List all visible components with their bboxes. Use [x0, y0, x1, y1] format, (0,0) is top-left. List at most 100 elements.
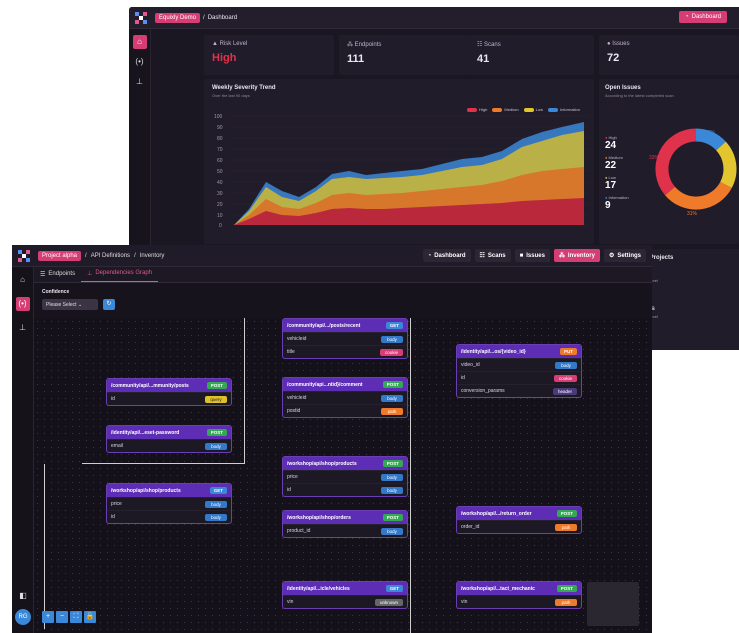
confidence-select[interactable]: Please Select ⌄	[42, 299, 98, 310]
issue-medium: ● Medium 22	[605, 155, 623, 171]
home-icon[interactable]: ⌂	[132, 35, 147, 49]
svg-text:0: 0	[219, 223, 222, 229]
dashboard-icon: ◔	[427, 252, 432, 259]
risk-level-card: ▲ Risk Level High	[204, 35, 334, 75]
open-issues-title: Open Issues	[605, 85, 641, 91]
graph-node[interactable]: /community/api/.../posts/recent GET vehic…	[282, 318, 408, 359]
scans-icon: ☷	[479, 253, 485, 259]
dashboard-topbar: Equixly Demo / Dashboard ◔ Dashboard	[129, 7, 739, 29]
inventory-topbar: Project alpha / API Definitions / Invent…	[12, 245, 652, 267]
graph-node[interactable]: /workshop/api/.../return_order POST order…	[456, 506, 582, 534]
donut-label-medium: 31%	[687, 211, 698, 217]
tab-dependencies-graph[interactable]: ⊥ Dependencies Graph	[81, 270, 159, 282]
graph-wire	[82, 463, 245, 464]
nav-inventory[interactable]: ⁂ Inventory	[553, 249, 600, 262]
nav-issues[interactable]: ■ Issues	[514, 249, 550, 262]
svg-text:10: 10	[217, 213, 223, 219]
lock-button[interactable]: 🔒	[84, 611, 96, 623]
issues-value: 72	[607, 52, 620, 64]
inventory-sidebar: ⌂ (•) ⊥ ◧ RG	[12, 267, 34, 633]
tab-endpoints[interactable]: ☰ Endpoints	[34, 271, 81, 282]
graph-wire	[244, 318, 245, 393]
svg-text:50: 50	[217, 169, 223, 175]
svg-text:60: 60	[217, 158, 223, 164]
svg-text:20: 20	[217, 202, 223, 208]
svg-text:100: 100	[214, 114, 223, 120]
nav-settings[interactable]: ⚙ Settings	[603, 249, 646, 262]
inventory-tabs: ☰ Endpoints ⊥ Dependencies Graph	[34, 267, 652, 283]
graph-controls: + − ⛶ 🔒	[42, 611, 96, 623]
graph-node[interactable]: /workshop/api/shop/products POST price bod…	[282, 456, 408, 497]
chevron-down-icon: ⌄	[77, 302, 83, 308]
dependencies-graph-canvas[interactable]: /community/api/...mmunity/posts POST id qu…	[34, 318, 652, 633]
home-icon[interactable]: ⌂	[16, 273, 30, 287]
graph-node[interactable]: /identity/api/...os/{video_id} PUT video_…	[456, 344, 582, 398]
endpoints-label: ⁂ Endpoints	[347, 42, 382, 48]
fit-view-button[interactable]: ⛶	[70, 611, 82, 623]
open-issues-donut: 13% 33% 31%	[649, 128, 737, 217]
app-logo-icon	[135, 11, 147, 24]
risk-level-label: ▲ Risk Level	[212, 41, 248, 47]
graph-node[interactable]: /identity/api/...icle/vehicles GET vin unk…	[282, 581, 408, 609]
dashboard-icon: ◔	[685, 14, 689, 20]
refresh-button[interactable]: ↻	[103, 299, 115, 310]
top-nav: ◔ Dashboard ☷ Scans ■ Issues ⁂ Inventory ⚙ Se…	[422, 249, 646, 262]
issues-icon: ■	[519, 252, 524, 259]
breadcrumb: Equixly Demo / Dashboard	[155, 12, 238, 23]
graph-node[interactable]: /community/api...ntid}/comment POST vehic…	[282, 377, 408, 418]
refresh-icon: ↻	[106, 301, 112, 307]
issue-information: ● Information 9	[605, 195, 629, 211]
scans-card: ☷ Scans 41	[469, 35, 594, 75]
graph-wire	[410, 318, 411, 633]
dashboard-button[interactable]: ◔ Dashboard	[679, 11, 727, 23]
inventory-window: Project alpha / API Definitions / Invent…	[12, 245, 652, 633]
graph-icon: ⊥	[87, 271, 93, 277]
svg-text:30: 30	[217, 191, 223, 197]
graph-node[interactable]: /workshop/api/...tact_mechanic POST vin pa…	[456, 581, 582, 609]
svg-text:80: 80	[217, 136, 223, 142]
avatar[interactable]: RG	[15, 609, 31, 625]
weekly-severity-trend-chart: Weekly Severity Trend Over the last 90 d…	[204, 79, 594, 244]
breadcrumb-dashboard: Dashboard	[207, 14, 238, 21]
scans-value: 41	[477, 53, 490, 65]
confidence-label: Confidence	[42, 289, 70, 295]
graph-node[interactable]: /community/api/...mmunity/posts POST id qu…	[106, 378, 232, 406]
collapse-sidebar-icon[interactable]: ◧	[16, 589, 30, 603]
nav-scans[interactable]: ☷ Scans	[474, 249, 511, 262]
issues-card: ● Issues 72	[599, 35, 739, 75]
graph-node[interactable]: /workshop/api/shop/products GET price body…	[106, 483, 232, 524]
graph-wire	[44, 464, 45, 629]
sitemap-icon[interactable]: ⊥	[16, 321, 30, 335]
breadcrumb-api-definitions[interactable]: API Definitions	[91, 253, 130, 259]
nav-dashboard[interactable]: ◔ Dashboard	[422, 249, 471, 262]
trend-plot: 1009080 706050 403020 100	[214, 114, 589, 229]
list-icon: ☰	[40, 272, 46, 278]
issue-high: ● High 24	[605, 135, 617, 151]
graph-node[interactable]: /workshop/api/shop/orders POST product_id…	[282, 510, 408, 538]
issue-low: ● Low 17	[605, 175, 617, 191]
endpoints-card: ⁂ Endpoints 111	[339, 35, 469, 75]
svg-text:70: 70	[217, 147, 223, 153]
risk-level-value: High	[212, 52, 237, 64]
graph-minimap[interactable]	[587, 582, 639, 626]
donut-label-info: 13%	[705, 130, 716, 136]
app-logo-icon	[18, 249, 30, 262]
gear-icon: ⚙	[608, 253, 615, 259]
zoom-out-button[interactable]: −	[56, 611, 68, 623]
issues-label: ● Issues	[607, 41, 630, 47]
project-pill[interactable]: Project alpha	[38, 250, 82, 261]
api-icon[interactable]: (•)	[15, 297, 30, 311]
breadcrumb: Project alpha / API Definitions / Invent…	[38, 250, 165, 261]
project-pill[interactable]: Equixly Demo	[155, 12, 201, 23]
zoom-in-button[interactable]: +	[42, 611, 54, 623]
api-icon[interactable]: (•)	[133, 55, 147, 69]
sitemap-icon[interactable]: ⊥	[133, 75, 147, 89]
open-issues-card: Open Issues According to the latest comp…	[599, 79, 739, 244]
graph-node[interactable]: /identity/api/...eset-password POST email…	[106, 425, 232, 453]
open-issues-subtitle: According to the latest completed scan	[605, 93, 674, 98]
svg-text:90: 90	[217, 125, 223, 131]
donut-label-high: 33%	[649, 155, 660, 161]
endpoints-value: 111	[347, 53, 365, 65]
breadcrumb-inventory: Inventory	[139, 252, 165, 259]
svg-text:40: 40	[217, 180, 223, 186]
